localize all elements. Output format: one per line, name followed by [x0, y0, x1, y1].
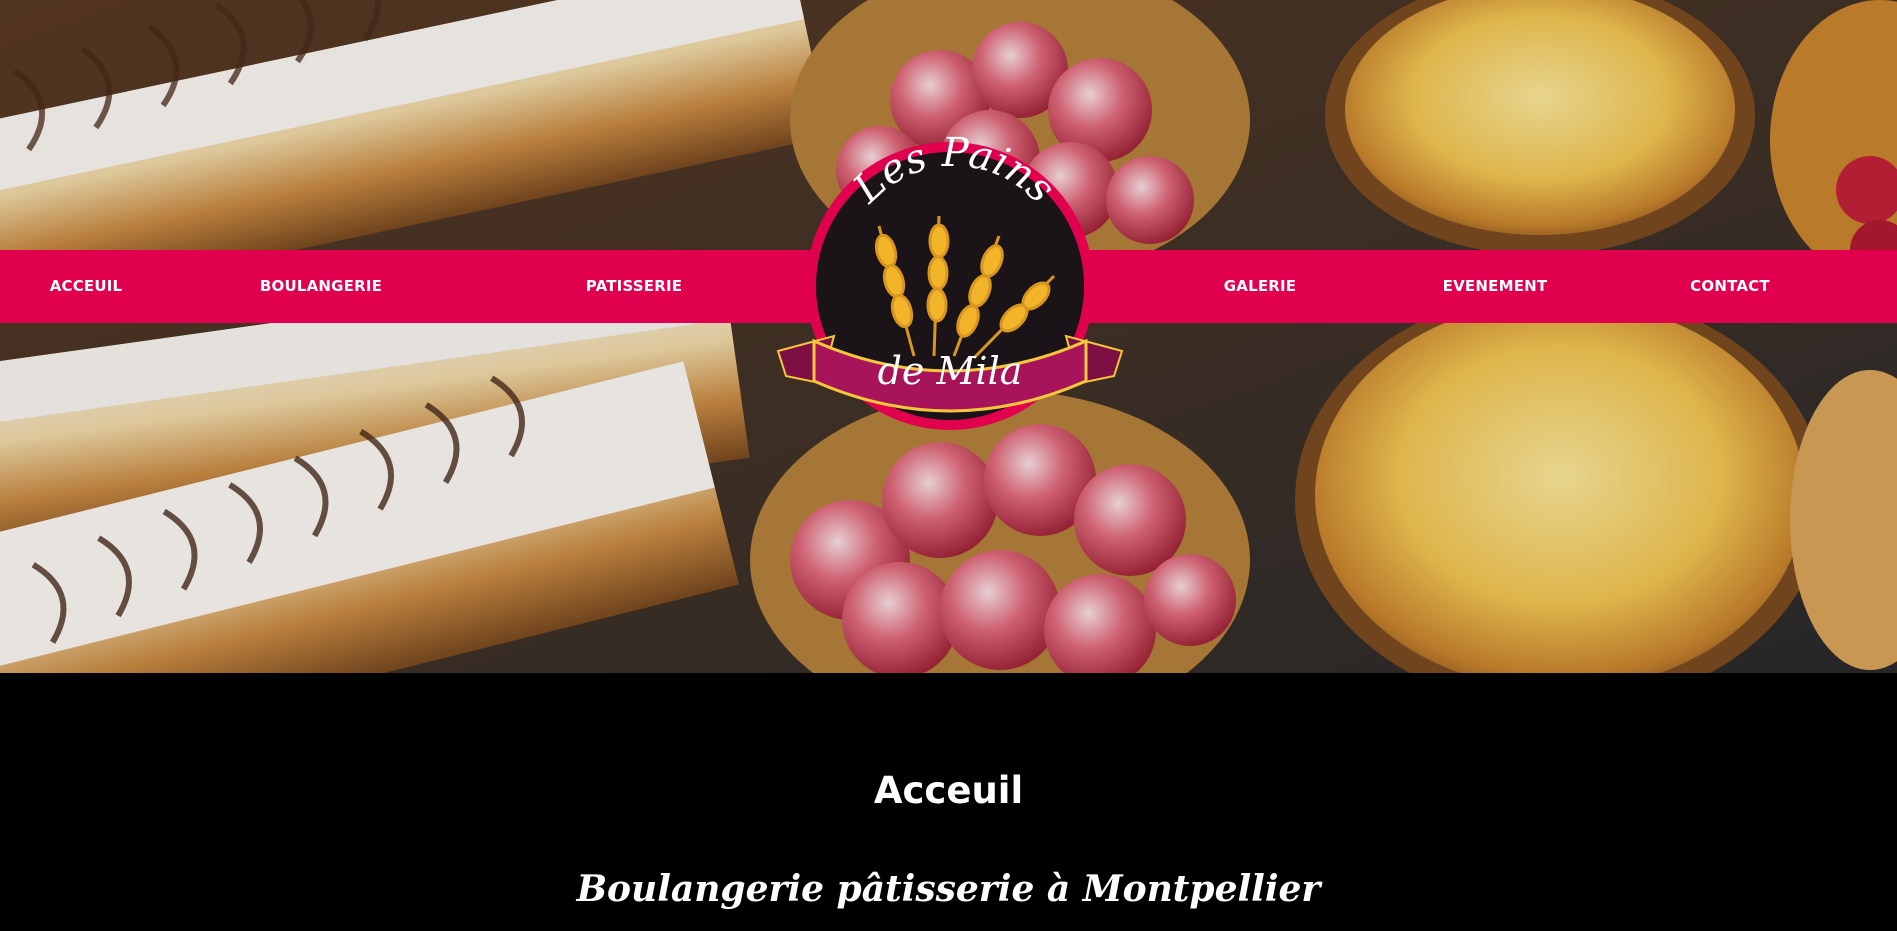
nav-item-acceuil[interactable]: ACCEUIL	[50, 250, 123, 323]
nav-item-contact[interactable]: CONTACT	[1690, 250, 1770, 323]
nav-item-boulangerie[interactable]: BOULANGERIE	[260, 250, 382, 323]
main-content: Acceuil Boulangerie pâtisserie à Montpel…	[0, 673, 1897, 931]
page-tagline: Boulangerie pâtisserie à Montpellier	[576, 868, 1321, 910]
page: ACCEUIL BOULANGERIE PATISSERIE GALERIE E…	[0, 0, 1897, 931]
logo-text-bottom: de Mila	[878, 349, 1023, 393]
nav-item-patisserie[interactable]: PATISSERIE	[586, 250, 682, 323]
nav-item-galerie[interactable]: GALERIE	[1224, 250, 1297, 323]
nav-item-evenement[interactable]: EVENEMENT	[1443, 250, 1548, 323]
logo-emblem: Les Pains de Mila	[776, 130, 1124, 430]
site-logo[interactable]: Les Pains de Mila	[774, 126, 1126, 436]
page-title: Acceuil	[873, 769, 1024, 812]
